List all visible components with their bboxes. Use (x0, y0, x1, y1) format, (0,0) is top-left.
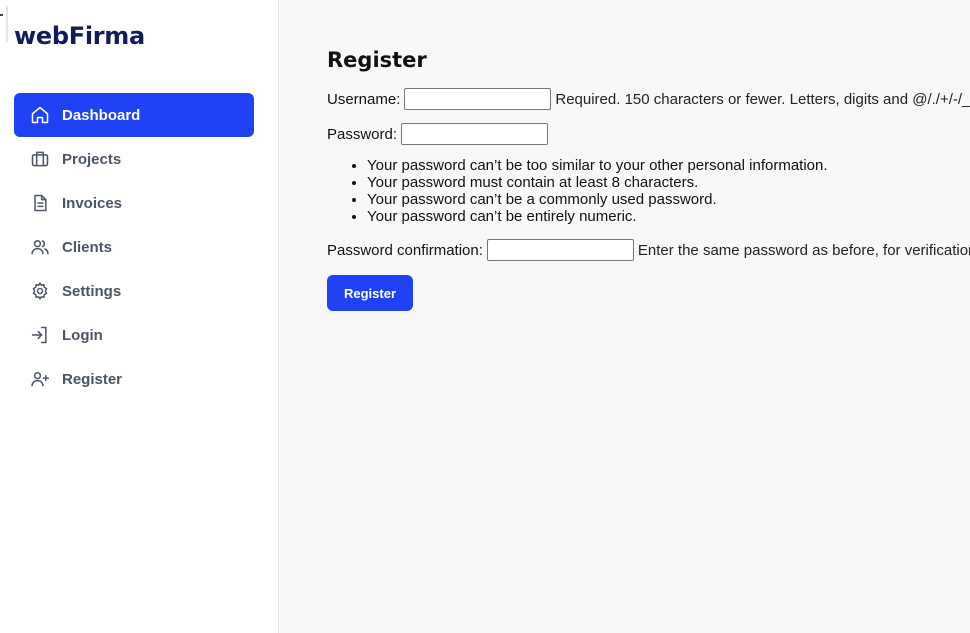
page-title: Register (327, 48, 427, 72)
register-form: Username: Required. 150 characters or fe… (327, 88, 970, 311)
sidebar-item-label: Login (62, 326, 103, 344)
sidebar-item-dashboard[interactable]: Dashboard (14, 93, 254, 137)
sidebar-item-login[interactable]: Login (14, 313, 254, 357)
password-rules-list: Your password can’t be too similar to yo… (367, 157, 970, 225)
username-row: Username: Required. 150 characters or fe… (327, 88, 970, 110)
confirm-row: Password confirmation: Enter the same pa… (327, 239, 970, 261)
password-row: Password: (327, 123, 970, 145)
sidebar-item-label: Clients (62, 238, 113, 256)
list-item: Your password can’t be a commonly used p… (367, 191, 970, 208)
password-confirmation-label: Password confirmation: (327, 241, 483, 259)
username-help-text: Required. 150 characters or fewer. Lette… (555, 90, 970, 108)
sidebar-item-settings[interactable]: Settings (14, 269, 254, 313)
username-field[interactable] (404, 88, 552, 110)
home-icon (30, 105, 50, 125)
list-item: Your password must contain at least 8 ch… (367, 174, 970, 191)
list-item: Your password can’t be too similar to yo… (367, 157, 970, 174)
sidebar: webFirma Dashboard Projects Invoices Cli… (0, 0, 279, 633)
sidebar-item-label: Settings (62, 282, 122, 300)
confirm-help-text: Enter the same password as before, for v… (637, 241, 970, 259)
sidebar-item-label: Invoices (62, 194, 123, 212)
sidebar-nav: Dashboard Projects Invoices Clients Sett… (14, 93, 254, 401)
user-plus-icon (30, 369, 50, 389)
register-button[interactable]: Register (327, 275, 413, 311)
edge-dot (0, 14, 3, 16)
sidebar-item-projects[interactable]: Projects (14, 137, 254, 181)
gear-icon (30, 281, 50, 301)
main-content: Register Username: Required. 150 charact… (327, 48, 970, 311)
users-icon (30, 237, 50, 257)
password-field[interactable] (401, 123, 549, 145)
sidebar-item-register[interactable]: Register (14, 357, 254, 401)
document-icon (30, 193, 50, 213)
list-item: Your password can’t be entirely numeric. (367, 208, 970, 225)
sidebar-item-label: Dashboard (62, 106, 141, 124)
password-label: Password: (327, 125, 398, 143)
brand-logo[interactable]: webFirma (14, 22, 145, 50)
briefcase-icon (30, 149, 50, 169)
edge-mark (6, 6, 8, 42)
password-confirmation-field[interactable] (486, 239, 634, 261)
username-label: Username: (327, 90, 401, 108)
sidebar-item-clients[interactable]: Clients (14, 225, 254, 269)
sidebar-item-label: Register (62, 370, 123, 388)
sidebar-item-label: Projects (62, 150, 122, 168)
sidebar-item-invoices[interactable]: Invoices (14, 181, 254, 225)
login-icon (30, 325, 50, 345)
